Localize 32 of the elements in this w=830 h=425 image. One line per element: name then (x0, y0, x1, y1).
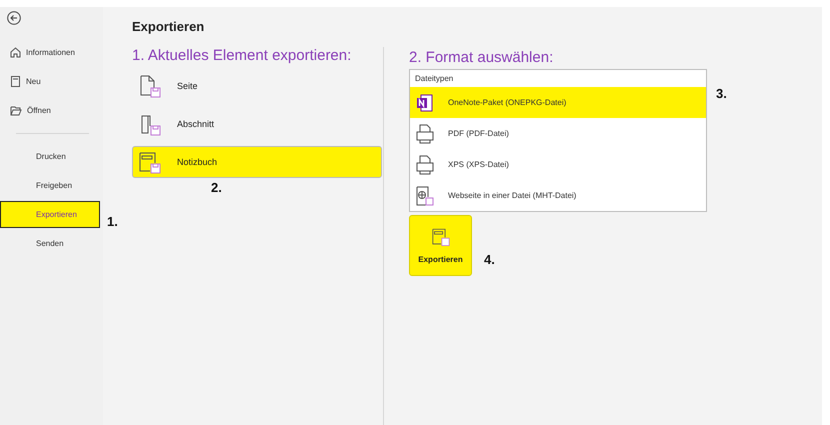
notebook-export-icon (139, 150, 161, 174)
file-type-option[interactable]: Webseite in einer Datei (MHT-Datei) (410, 180, 706, 211)
export-button[interactable]: Exportieren (409, 215, 472, 276)
file-type-option[interactable]: OneNote-Paket (ONEPKG-Datei) (410, 87, 706, 118)
notebook-export-icon (432, 227, 450, 247)
printer-icon (416, 124, 434, 144)
sidebar-item[interactable]: Freigeben (0, 172, 100, 199)
callout-number: 1. (107, 214, 118, 229)
section-heading: 1. Aktuelles Element exportieren: (132, 47, 352, 64)
callout-number: 4. (484, 252, 495, 267)
callout-number: 3. (716, 86, 727, 101)
sidebar-item[interactable]: Informationen (0, 39, 100, 66)
page-title: Exportieren (132, 19, 206, 34)
sidebar-item[interactable]: Drucken (0, 143, 100, 170)
onenote-icon (416, 94, 434, 112)
web-page-icon (416, 186, 434, 206)
folder-icon (10, 106, 22, 116)
file-type-option[interactable]: PDF (PDF-Datei) (410, 118, 706, 149)
printer-icon (416, 154, 434, 174)
section-heading: 2. Format auswählen: (409, 49, 554, 66)
page-export-icon (139, 74, 161, 98)
notebook-icon (10, 76, 21, 87)
export-scope-option[interactable]: Seite (132, 70, 382, 102)
sidebar-item[interactable]: Senden (0, 230, 100, 257)
sidebar-item[interactable]: Öffnen (0, 97, 100, 124)
list-header: Dateitypen (414, 73, 454, 85)
callout-number: 2. (211, 180, 222, 195)
section-export-icon (139, 112, 161, 136)
home-icon (10, 47, 21, 58)
sidebar-item[interactable]: Neu (0, 68, 100, 95)
file-type-option[interactable]: XPS (XPS-Datei) (410, 149, 706, 180)
export-scope-option[interactable]: Abschnitt (132, 108, 382, 140)
